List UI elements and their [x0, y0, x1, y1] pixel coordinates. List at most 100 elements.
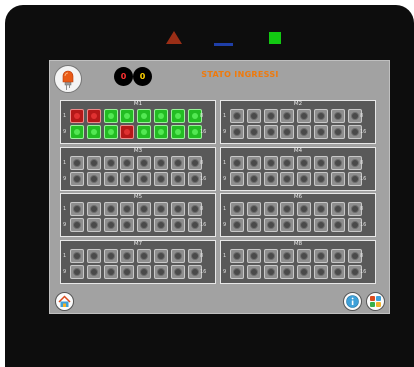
- input-2-indicator[interactable]: [246, 155, 261, 170]
- input-9-indicator[interactable]: [230, 218, 244, 232]
- input-10-indicator[interactable]: [246, 125, 261, 139]
- input-9-indicator[interactable]: [70, 171, 84, 186]
- input-11-indicator[interactable]: [103, 264, 118, 279]
- input-7-indicator[interactable]: [170, 155, 185, 170]
- input-5-indicator[interactable]: [297, 202, 312, 216]
- input-7-indicator[interactable]: [170, 248, 185, 263]
- input-15-indicator[interactable]: [170, 125, 185, 139]
- input-1-indicator[interactable]: [230, 109, 244, 123]
- input-1-indicator[interactable]: [230, 155, 244, 170]
- input-5-indicator[interactable]: [137, 248, 152, 263]
- input-13-indicator[interactable]: [297, 218, 312, 232]
- input-6-indicator[interactable]: [154, 248, 168, 263]
- input-6-indicator[interactable]: [314, 202, 328, 216]
- input-10-indicator[interactable]: [86, 264, 101, 279]
- input-13-indicator[interactable]: [137, 125, 152, 139]
- input-12-indicator[interactable]: [280, 171, 295, 186]
- input-4-indicator[interactable]: [280, 248, 295, 263]
- input-14-indicator[interactable]: [154, 218, 168, 232]
- input-10-indicator[interactable]: [86, 125, 101, 139]
- input-15-indicator[interactable]: [330, 171, 345, 186]
- input-11-indicator[interactable]: [103, 125, 118, 139]
- input-11-indicator[interactable]: [103, 171, 118, 186]
- input-11-indicator[interactable]: [263, 218, 278, 232]
- input-14-indicator[interactable]: [314, 264, 328, 279]
- input-14-indicator[interactable]: [154, 264, 168, 279]
- input-7-indicator[interactable]: [330, 109, 345, 123]
- info-button[interactable]: [343, 292, 362, 311]
- input-3-indicator[interactable]: [263, 109, 278, 123]
- input-15-indicator[interactable]: [330, 125, 345, 139]
- input-13-indicator[interactable]: [297, 264, 312, 279]
- input-4-indicator[interactable]: [120, 109, 135, 123]
- input-9-indicator[interactable]: [70, 125, 84, 139]
- input-11-indicator[interactable]: [103, 218, 118, 232]
- input-14-indicator[interactable]: [154, 171, 168, 186]
- input-14-indicator[interactable]: [154, 125, 168, 139]
- input-9-indicator[interactable]: [230, 264, 244, 279]
- input-3-indicator[interactable]: [103, 109, 118, 123]
- input-10-indicator[interactable]: [246, 171, 261, 186]
- input-4-indicator[interactable]: [120, 202, 135, 216]
- input-2-indicator[interactable]: [246, 248, 261, 263]
- input-12-indicator[interactable]: [120, 218, 135, 232]
- input-13-indicator[interactable]: [137, 218, 152, 232]
- input-7-indicator[interactable]: [330, 202, 345, 216]
- input-11-indicator[interactable]: [263, 264, 278, 279]
- input-15-indicator[interactable]: [330, 264, 345, 279]
- input-4-indicator[interactable]: [120, 155, 135, 170]
- input-11-indicator[interactable]: [263, 171, 278, 186]
- input-3-indicator[interactable]: [263, 155, 278, 170]
- input-7-indicator[interactable]: [170, 109, 185, 123]
- input-14-indicator[interactable]: [314, 171, 328, 186]
- input-15-indicator[interactable]: [170, 264, 185, 279]
- input-10-indicator[interactable]: [86, 218, 101, 232]
- input-5-indicator[interactable]: [137, 109, 152, 123]
- input-3-indicator[interactable]: [263, 248, 278, 263]
- input-12-indicator[interactable]: [280, 125, 295, 139]
- input-14-indicator[interactable]: [314, 125, 328, 139]
- input-12-indicator[interactable]: [280, 218, 295, 232]
- input-6-indicator[interactable]: [154, 109, 168, 123]
- input-4-indicator[interactable]: [280, 202, 295, 216]
- input-13-indicator[interactable]: [137, 171, 152, 186]
- input-4-indicator[interactable]: [120, 248, 135, 263]
- input-13-indicator[interactable]: [297, 171, 312, 186]
- input-12-indicator[interactable]: [120, 171, 135, 186]
- input-5-indicator[interactable]: [297, 248, 312, 263]
- input-6-indicator[interactable]: [314, 109, 328, 123]
- input-3-indicator[interactable]: [103, 248, 118, 263]
- input-13-indicator[interactable]: [137, 264, 152, 279]
- input-6-indicator[interactable]: [314, 248, 328, 263]
- input-9-indicator[interactable]: [230, 125, 244, 139]
- input-3-indicator[interactable]: [103, 202, 118, 216]
- input-4-indicator[interactable]: [280, 109, 295, 123]
- input-9-indicator[interactable]: [70, 218, 84, 232]
- input-5-indicator[interactable]: [297, 109, 312, 123]
- input-15-indicator[interactable]: [170, 171, 185, 186]
- input-10-indicator[interactable]: [246, 218, 261, 232]
- input-12-indicator[interactable]: [120, 125, 135, 139]
- input-1-indicator[interactable]: [70, 248, 84, 263]
- input-3-indicator[interactable]: [103, 155, 118, 170]
- input-10-indicator[interactable]: [246, 264, 261, 279]
- input-7-indicator[interactable]: [330, 248, 345, 263]
- home-button[interactable]: [55, 292, 74, 311]
- input-2-indicator[interactable]: [246, 202, 261, 216]
- apps-button[interactable]: [366, 292, 385, 311]
- input-4-indicator[interactable]: [280, 155, 295, 170]
- input-2-indicator[interactable]: [86, 109, 101, 123]
- input-11-indicator[interactable]: [263, 125, 278, 139]
- input-10-indicator[interactable]: [86, 171, 101, 186]
- input-9-indicator[interactable]: [230, 171, 244, 186]
- input-7-indicator[interactable]: [330, 155, 345, 170]
- input-6-indicator[interactable]: [154, 155, 168, 170]
- input-7-indicator[interactable]: [170, 202, 185, 216]
- input-6-indicator[interactable]: [154, 202, 168, 216]
- input-15-indicator[interactable]: [330, 218, 345, 232]
- input-1-indicator[interactable]: [70, 155, 84, 170]
- input-2-indicator[interactable]: [86, 202, 101, 216]
- input-2-indicator[interactable]: [86, 248, 101, 263]
- input-12-indicator[interactable]: [120, 264, 135, 279]
- input-1-indicator[interactable]: [70, 202, 84, 216]
